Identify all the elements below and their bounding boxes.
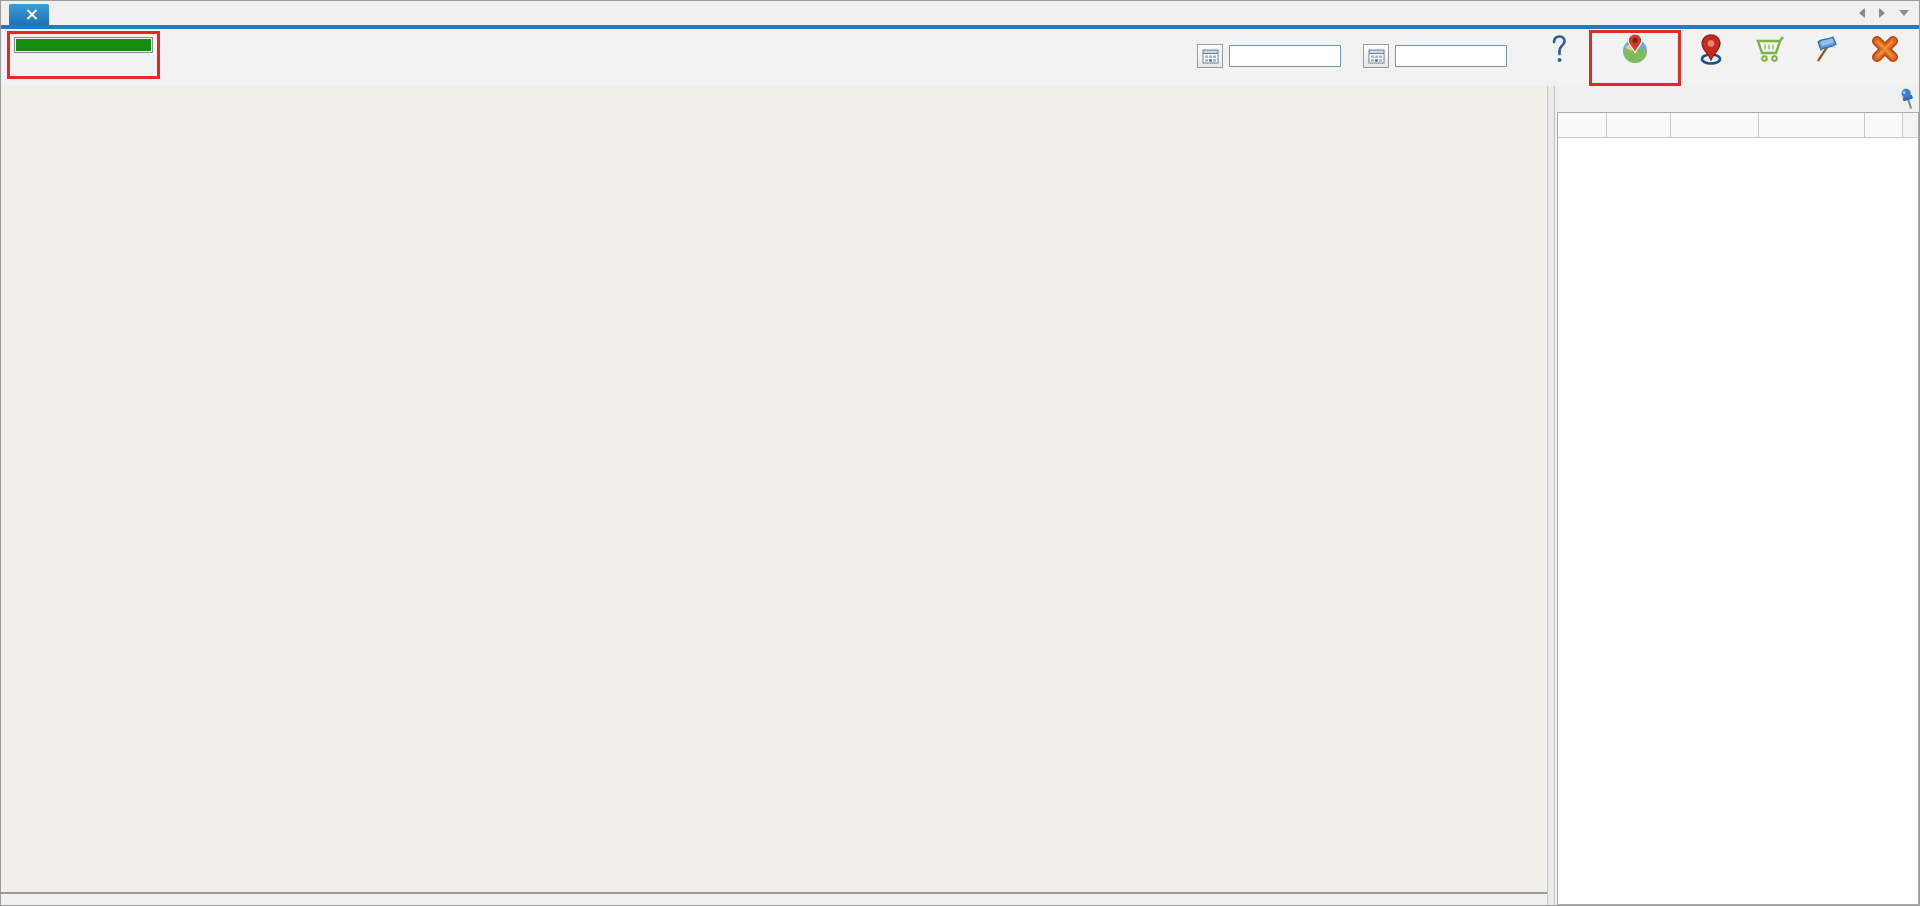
app-window	[0, 0, 1920, 906]
connection-status-box	[7, 31, 160, 79]
row-header-corner	[1902, 113, 1918, 138]
from-date-input[interactable]	[1395, 45, 1507, 67]
exit-x-icon	[1869, 33, 1901, 65]
question-icon	[1543, 33, 1575, 65]
panel-pin-row	[1555, 86, 1920, 112]
exit-button[interactable]	[1857, 30, 1913, 84]
date-range	[1197, 44, 1513, 68]
cart-icon	[1753, 33, 1785, 65]
col-device-name	[1758, 113, 1864, 138]
tab-strip	[1, 1, 1919, 28]
device-table	[1557, 112, 1919, 905]
calendar-icon	[1368, 48, 1385, 64]
help-button[interactable]	[1531, 30, 1587, 84]
map-pin-icon	[1695, 33, 1727, 65]
chevron-down-icon[interactable]	[1899, 10, 1909, 16]
start-button[interactable]	[1799, 30, 1855, 84]
col-select	[1864, 113, 1902, 138]
map-viewport[interactable]	[1, 86, 1547, 892]
tab-traveled-route[interactable]	[9, 4, 49, 25]
to-calendar-button[interactable]	[1197, 44, 1223, 68]
live-location-button[interactable]	[1589, 30, 1681, 86]
device-panel	[1555, 86, 1920, 906]
connection-progressbar	[14, 37, 153, 53]
to-date-input[interactable]	[1229, 45, 1341, 67]
col-serial	[1670, 113, 1758, 138]
live-location-icon	[1619, 33, 1651, 65]
flag-icon	[1811, 33, 1843, 65]
tab-nav	[1859, 8, 1909, 18]
no-invoice-button[interactable]	[1741, 30, 1797, 84]
pushpin-icon[interactable]	[1896, 86, 1920, 112]
scroll-right-icon[interactable]	[1879, 8, 1885, 18]
scroll-left-icon[interactable]	[1859, 8, 1865, 18]
close-icon[interactable]	[26, 9, 37, 20]
window-bottom-edge	[1, 892, 1547, 906]
show-points-button[interactable]	[1683, 30, 1739, 84]
panel-splitter[interactable]	[1547, 86, 1555, 906]
toolbar	[1, 29, 1919, 87]
openstreetmap-canvas[interactable]	[1, 86, 1547, 892]
calendar-icon	[1202, 48, 1219, 64]
from-calendar-button[interactable]	[1363, 44, 1389, 68]
toolbar-buttons	[1197, 30, 1913, 85]
col-actions	[1557, 113, 1606, 138]
col-image	[1606, 113, 1670, 138]
